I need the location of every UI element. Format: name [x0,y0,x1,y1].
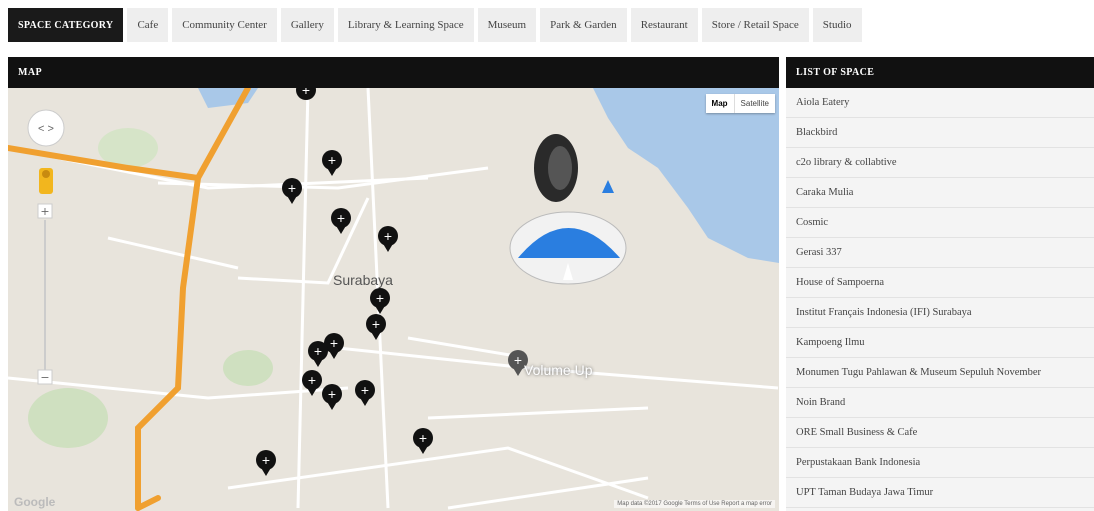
list-item[interactable]: Monumen Tugu Pahlawan & Museum Sepuluh N… [786,358,1094,388]
list-item[interactable]: Aiola Eatery [786,88,1094,118]
svg-text:+: + [376,290,384,306]
tab-museum[interactable]: Museum [477,8,537,42]
svg-text:+: + [262,452,270,468]
pan-control-icon: < > [27,109,65,147]
space-list[interactable]: Aiola Eatery Blackbird c2o library & col… [786,88,1094,511]
map-type-control: Map Satellite [705,94,775,113]
list-item[interactable]: House of Sampoerna [786,268,1094,298]
list-item[interactable]: ORE Small Business & Cafe [786,418,1094,448]
map-graphics: + + + + + + + + + + + + + + + < > + − [8,88,779,511]
map-attribution[interactable]: Map data ©2017 Google Terms of Use Repor… [614,500,775,508]
map-type-map-button[interactable]: Map [706,94,735,113]
volume-overlay-icon [509,134,627,285]
category-tabs: SPACE CATEGORY Cafe Community Center Gal… [8,8,862,42]
pegman-icon [39,168,53,194]
map-panel: MAP + + + + + + + + + + + + + + + < > + … [8,57,779,511]
map-canvas[interactable]: + + + + + + + + + + + + + + + < > + − Ma… [8,88,779,511]
svg-text:+: + [384,228,392,244]
tab-space-category[interactable]: SPACE CATEGORY [8,8,124,42]
svg-text:+: + [337,210,345,226]
map-type-satellite-button[interactable]: Satellite [735,94,775,113]
svg-text:+: + [514,352,522,368]
svg-text:+: + [361,382,369,398]
space-list-header: LIST OF SPACE [786,57,1094,88]
list-item[interactable]: c2o library & collabtive [786,148,1094,178]
tab-park-garden[interactable]: Park & Garden [540,8,627,42]
svg-text:+: + [40,205,49,218]
list-item[interactable]: Blackbird [786,118,1094,148]
space-list-panel: LIST OF SPACE Aiola Eatery Blackbird c2o… [786,57,1094,511]
tab-cafe[interactable]: Cafe [127,8,169,42]
svg-text:+: + [314,343,322,359]
list-item[interactable]: UPT Taman Budaya Jawa Timur [786,478,1094,508]
list-item[interactable]: Noin Brand [786,388,1094,418]
svg-text:+: + [308,372,316,388]
tab-community-center[interactable]: Community Center [172,8,277,42]
zoom-control: + − [37,203,53,385]
list-item[interactable]: Caraka Mulia [786,178,1094,208]
list-item[interactable]: Cosmic [786,208,1094,238]
tab-store[interactable]: Store / Retail Space [701,8,809,42]
svg-text:+: + [288,180,296,196]
list-item[interactable]: Kampoeng Ilmu [786,328,1094,358]
city-label: Surabaya [333,272,393,288]
list-item[interactable]: Gerasi 337 [786,238,1094,268]
svg-text:−: − [40,371,49,384]
svg-text:+: + [302,88,310,98]
tab-restaurant[interactable]: Restaurant [630,8,698,42]
svg-text:+: + [330,335,338,351]
svg-text:+: + [328,152,336,168]
google-logo: Google [14,495,56,509]
map-header: MAP [8,57,779,88]
svg-text:+: + [328,386,336,402]
svg-text:+: + [419,430,427,446]
svg-text:< >: < > [38,123,54,135]
tab-library[interactable]: Library & Learning Space [337,8,474,42]
volume-overlay-label: Volume Up [524,362,593,378]
tab-studio[interactable]: Studio [812,8,862,42]
list-item[interactable]: Perpustakaan Bank Indonesia [786,448,1094,478]
svg-text:+: + [372,316,380,332]
tab-gallery[interactable]: Gallery [280,8,334,42]
list-item[interactable]: Institut Français Indonesia (IFI) Suraba… [786,298,1094,328]
